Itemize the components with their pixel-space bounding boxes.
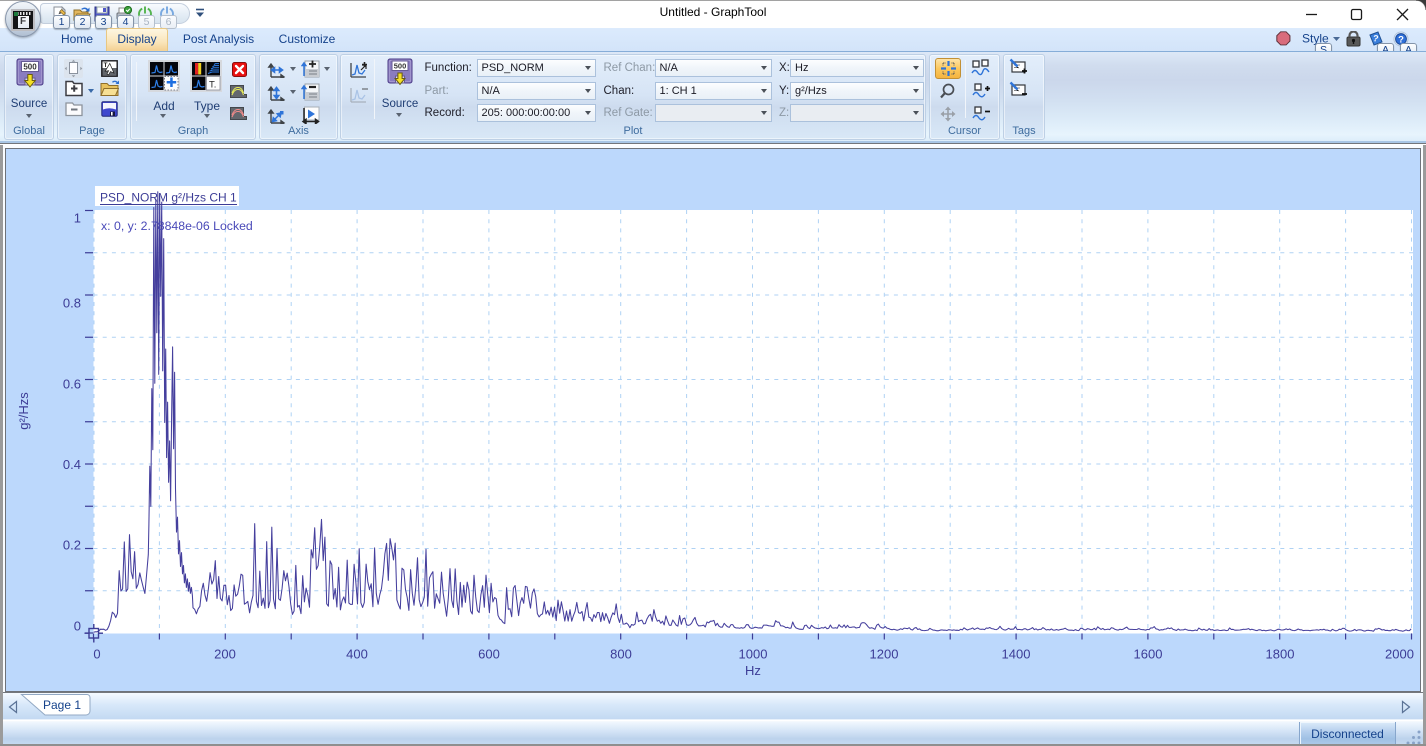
svg-text:Page 1: Page 1 — [43, 698, 81, 712]
svg-text:1200: 1200 — [870, 647, 899, 662]
svg-text:PSD_NORM g²/Hzs CH 1: PSD_NORM g²/Hzs CH 1 — [100, 191, 237, 205]
svg-text:T.: T. — [209, 80, 216, 91]
svg-text:1000: 1000 — [739, 647, 768, 662]
svg-text:500: 500 — [23, 63, 37, 72]
svg-text:0: 0 — [74, 618, 81, 633]
svg-text:1800: 1800 — [1266, 647, 1295, 662]
svg-text:g²/Hzs: g²/Hzs — [16, 392, 31, 430]
svg-text:0.2: 0.2 — [63, 537, 81, 552]
svg-text:x: 0, y: 2.78848e-06 Locked: x: 0, y: 2.78848e-06 Locked — [101, 219, 253, 233]
svg-text:400: 400 — [346, 647, 368, 662]
svg-text:500: 500 — [394, 62, 407, 71]
svg-text:0.8: 0.8 — [63, 295, 81, 310]
svg-text:1600: 1600 — [1134, 647, 1163, 662]
svg-text:1400: 1400 — [1002, 647, 1031, 662]
svg-text:200: 200 — [214, 647, 236, 662]
svg-text:800: 800 — [610, 647, 632, 662]
svg-text:0: 0 — [93, 647, 100, 662]
svg-text:600: 600 — [478, 647, 500, 662]
svg-text:0.6: 0.6 — [63, 376, 81, 391]
svg-text:1: 1 — [74, 210, 81, 225]
svg-text:2000: 2000 — [1385, 647, 1414, 662]
svg-text:Hz: Hz — [745, 663, 761, 678]
svg-text:0.4: 0.4 — [63, 457, 81, 472]
